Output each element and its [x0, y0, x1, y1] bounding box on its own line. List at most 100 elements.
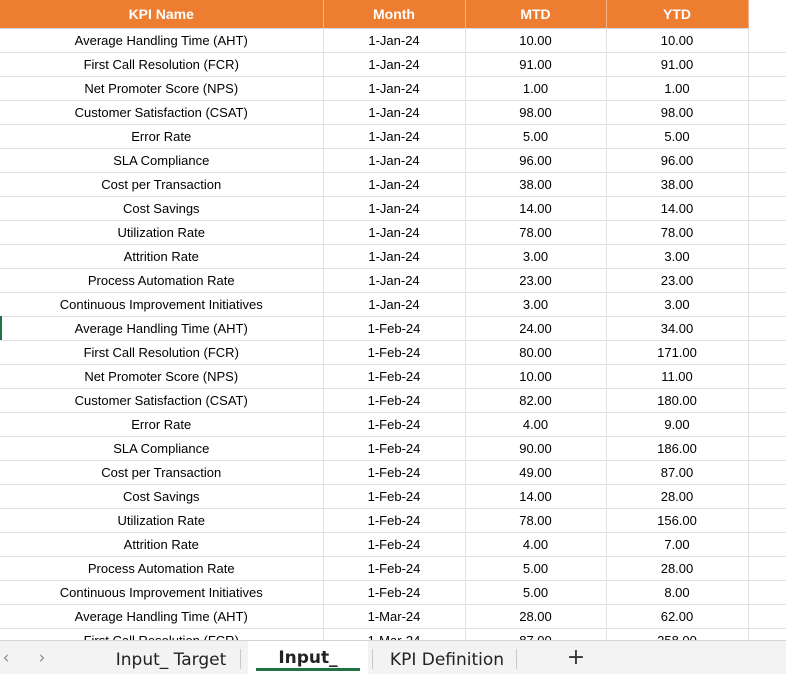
- mtd-cell[interactable]: 24.00: [465, 316, 607, 341]
- month-cell[interactable]: 1-Jan-24: [323, 52, 466, 77]
- ytd-cell[interactable]: 96.00: [606, 148, 749, 173]
- ytd-cell[interactable]: 171.00: [606, 340, 749, 365]
- empty-cell[interactable]: [748, 388, 786, 413]
- month-cell[interactable]: 1-Feb-24: [323, 460, 466, 485]
- month-cell[interactable]: 1-Feb-24: [323, 412, 466, 437]
- kpi-name-cell[interactable]: Error Rate: [0, 412, 324, 437]
- month-cell[interactable]: 1-Jan-24: [323, 100, 466, 125]
- empty-cell[interactable]: [748, 268, 786, 293]
- empty-cell[interactable]: [748, 316, 786, 341]
- kpi-name-cell[interactable]: Continuous Improvement Initiatives: [0, 292, 324, 317]
- month-cell[interactable]: 1-Jan-24: [323, 28, 466, 53]
- month-cell[interactable]: 1-Mar-24: [323, 628, 466, 640]
- ytd-cell[interactable]: 87.00: [606, 460, 749, 485]
- ytd-cell[interactable]: 28.00: [606, 484, 749, 509]
- kpi-name-cell[interactable]: Net Promoter Score (NPS): [0, 76, 324, 101]
- month-cell[interactable]: 1-Jan-24: [323, 220, 466, 245]
- kpi-name-cell[interactable]: First Call Resolution (FCR): [0, 52, 324, 77]
- ytd-cell[interactable]: 9.00: [606, 412, 749, 437]
- mtd-cell[interactable]: 98.00: [465, 100, 607, 125]
- kpi-name-cell[interactable]: Utilization Rate: [0, 508, 324, 533]
- empty-cell[interactable]: [748, 628, 786, 640]
- empty-cell[interactable]: [748, 172, 786, 197]
- month-cell[interactable]: 1-Feb-24: [323, 556, 466, 581]
- empty-cell[interactable]: [748, 340, 786, 365]
- ytd-cell[interactable]: 28.00: [606, 556, 749, 581]
- ytd-cell[interactable]: 3.00: [606, 244, 749, 269]
- month-cell[interactable]: 1-Jan-24: [323, 292, 466, 317]
- empty-cell[interactable]: [748, 76, 786, 101]
- mtd-cell[interactable]: 38.00: [465, 172, 607, 197]
- empty-cell[interactable]: [748, 100, 786, 125]
- empty-cell[interactable]: [748, 124, 786, 149]
- ytd-cell[interactable]: 34.00: [606, 316, 749, 341]
- mtd-cell[interactable]: 14.00: [465, 484, 607, 509]
- mtd-cell[interactable]: 10.00: [465, 364, 607, 389]
- kpi-name-cell[interactable]: Customer Satisfaction (CSAT): [0, 388, 324, 413]
- mtd-cell[interactable]: 90.00: [465, 436, 607, 461]
- kpi-name-cell[interactable]: Error Rate: [0, 124, 324, 149]
- kpi-name-cell[interactable]: Customer Satisfaction (CSAT): [0, 100, 324, 125]
- kpi-name-cell[interactable]: Continuous Improvement Initiatives: [0, 580, 324, 605]
- kpi-name-cell[interactable]: Net Promoter Score (NPS): [0, 364, 324, 389]
- ytd-cell[interactable]: 23.00: [606, 268, 749, 293]
- month-cell[interactable]: 1-Jan-24: [323, 244, 466, 269]
- mtd-cell[interactable]: 82.00: [465, 388, 607, 413]
- kpi-name-cell[interactable]: SLA Compliance: [0, 436, 324, 461]
- ytd-cell[interactable]: 180.00: [606, 388, 749, 413]
- month-cell[interactable]: 1-Jan-24: [323, 172, 466, 197]
- ytd-cell[interactable]: 1.00: [606, 76, 749, 101]
- kpi-name-cell[interactable]: First Call Resolution (FCR): [0, 628, 324, 640]
- ytd-cell[interactable]: 3.00: [606, 292, 749, 317]
- empty-cell[interactable]: [748, 460, 786, 485]
- header-ytd[interactable]: YTD: [606, 0, 749, 29]
- mtd-cell[interactable]: 80.00: [465, 340, 607, 365]
- header-kpi-name[interactable]: KPI Name: [0, 0, 324, 29]
- month-cell[interactable]: 1-Feb-24: [323, 532, 466, 557]
- mtd-cell[interactable]: 87.00: [465, 628, 607, 640]
- spreadsheet-grid[interactable]: KPI Name Month MTD YTD Average Handling …: [0, 0, 786, 640]
- ytd-cell[interactable]: 10.00: [606, 28, 749, 53]
- empty-cell[interactable]: [748, 484, 786, 509]
- month-cell[interactable]: 1-Feb-24: [323, 388, 466, 413]
- kpi-name-cell[interactable]: Attrition Rate: [0, 532, 324, 557]
- ytd-cell[interactable]: 258.00: [606, 628, 749, 640]
- ytd-cell[interactable]: 156.00: [606, 508, 749, 533]
- month-cell[interactable]: 1-Feb-24: [323, 580, 466, 605]
- tab-input-target[interactable]: Input_ Target: [108, 641, 234, 674]
- empty-cell[interactable]: [748, 52, 786, 77]
- empty-cell[interactable]: [748, 604, 786, 629]
- kpi-name-cell[interactable]: Cost per Transaction: [0, 460, 324, 485]
- mtd-cell[interactable]: 91.00: [465, 52, 607, 77]
- empty-cell[interactable]: [748, 244, 786, 269]
- mtd-cell[interactable]: 78.00: [465, 508, 607, 533]
- month-cell[interactable]: 1-Jan-24: [323, 268, 466, 293]
- kpi-name-cell[interactable]: First Call Resolution (FCR): [0, 340, 324, 365]
- month-cell[interactable]: 1-Feb-24: [323, 340, 466, 365]
- kpi-name-cell[interactable]: Average Handling Time (AHT): [0, 28, 324, 53]
- month-cell[interactable]: 1-Mar-24: [323, 604, 466, 629]
- mtd-cell[interactable]: 5.00: [465, 580, 607, 605]
- month-cell[interactable]: 1-Feb-24: [323, 316, 466, 341]
- chevron-left-icon[interactable]: ‹: [0, 648, 16, 668]
- kpi-name-cell[interactable]: SLA Compliance: [0, 148, 324, 173]
- month-cell[interactable]: 1-Jan-24: [323, 196, 466, 221]
- ytd-cell[interactable]: 14.00: [606, 196, 749, 221]
- kpi-name-cell[interactable]: Process Automation Rate: [0, 268, 324, 293]
- kpi-name-cell[interactable]: Cost per Transaction: [0, 172, 324, 197]
- kpi-name-cell[interactable]: Attrition Rate: [0, 244, 324, 269]
- empty-cell[interactable]: [748, 412, 786, 437]
- mtd-cell[interactable]: 3.00: [465, 292, 607, 317]
- month-cell[interactable]: 1-Feb-24: [323, 364, 466, 389]
- empty-cell[interactable]: [748, 508, 786, 533]
- ytd-cell[interactable]: 62.00: [606, 604, 749, 629]
- ytd-cell[interactable]: 186.00: [606, 436, 749, 461]
- mtd-cell[interactable]: 14.00: [465, 196, 607, 221]
- empty-cell[interactable]: [748, 580, 786, 605]
- empty-cell[interactable]: [748, 292, 786, 317]
- mtd-cell[interactable]: 49.00: [465, 460, 607, 485]
- month-cell[interactable]: 1-Feb-24: [323, 436, 466, 461]
- chevron-right-icon[interactable]: ›: [32, 648, 52, 668]
- mtd-cell[interactable]: 96.00: [465, 148, 607, 173]
- header-mtd[interactable]: MTD: [465, 0, 607, 29]
